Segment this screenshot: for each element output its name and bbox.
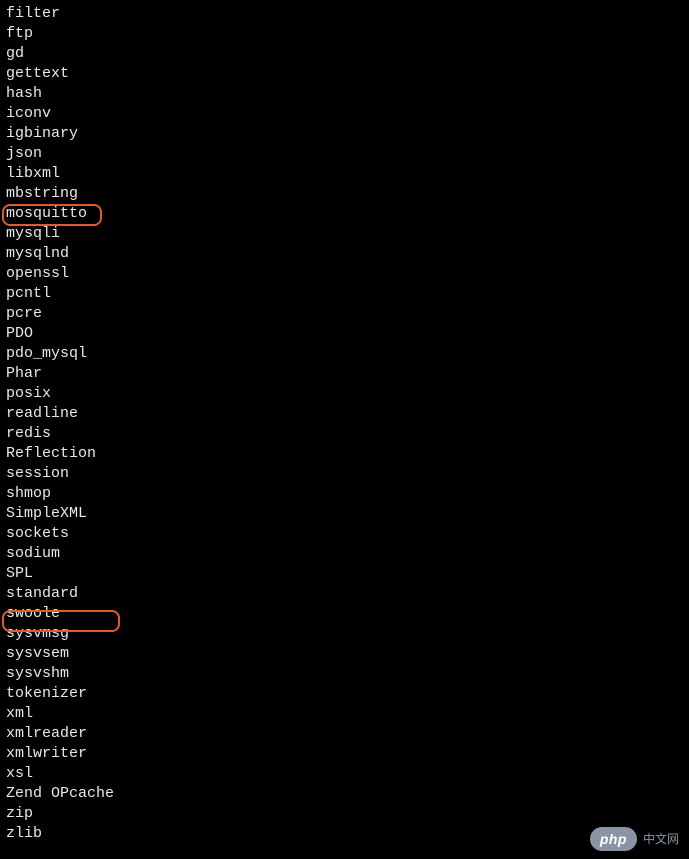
module-line: Zend OPcache <box>6 784 683 804</box>
module-line: mysqli <box>6 224 683 244</box>
module-line: pdo_mysql <box>6 344 683 364</box>
watermark: php 中文网 <box>590 827 679 851</box>
module-line: swoole <box>6 604 683 624</box>
module-line: shmop <box>6 484 683 504</box>
module-line: redis <box>6 424 683 444</box>
module-line: standard <box>6 584 683 604</box>
module-line: sysvmsg <box>6 624 683 644</box>
module-line: session <box>6 464 683 484</box>
module-line: Phar <box>6 364 683 384</box>
module-line: mysqlnd <box>6 244 683 264</box>
module-line: Reflection <box>6 444 683 464</box>
module-line: sysvshm <box>6 664 683 684</box>
module-line: SimpleXML <box>6 504 683 524</box>
module-line: pcre <box>6 304 683 324</box>
module-line: xmlreader <box>6 724 683 744</box>
module-line: gettext <box>6 64 683 84</box>
module-line: xsl <box>6 764 683 784</box>
module-line: filter <box>6 4 683 24</box>
module-line: PDO <box>6 324 683 344</box>
php-badge: php <box>590 827 637 851</box>
module-line: sockets <box>6 524 683 544</box>
module-line: tokenizer <box>6 684 683 704</box>
module-line: ftp <box>6 24 683 44</box>
module-line: SPL <box>6 564 683 584</box>
module-line: mbstring <box>6 184 683 204</box>
terminal-output: filter ftp gd gettext hash iconv igbinar… <box>0 0 689 848</box>
module-line: pcntl <box>6 284 683 304</box>
module-line: readline <box>6 404 683 424</box>
module-line: hash <box>6 84 683 104</box>
module-line: zlib <box>6 824 683 844</box>
module-line: posix <box>6 384 683 404</box>
module-line: xmlwriter <box>6 744 683 764</box>
module-line: openssl <box>6 264 683 284</box>
module-line: xml <box>6 704 683 724</box>
module-line: json <box>6 144 683 164</box>
module-line: zip <box>6 804 683 824</box>
watermark-text: 中文网 <box>643 829 679 849</box>
module-line: mosquitto <box>6 204 683 224</box>
module-line: libxml <box>6 164 683 184</box>
module-line: sodium <box>6 544 683 564</box>
module-line: sysvsem <box>6 644 683 664</box>
module-line: igbinary <box>6 124 683 144</box>
module-line: gd <box>6 44 683 64</box>
module-line: iconv <box>6 104 683 124</box>
